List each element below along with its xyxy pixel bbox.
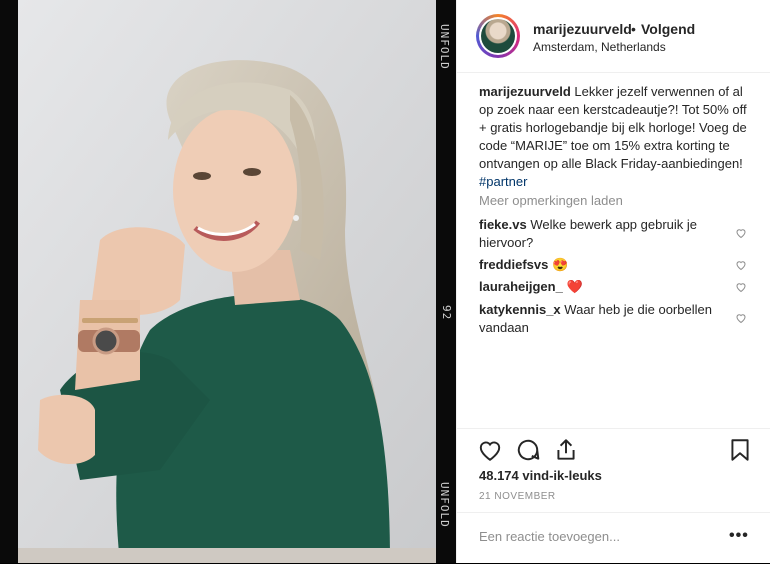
comment-author-link[interactable]: freddiefsvs xyxy=(479,257,548,272)
comment-author-link[interactable]: fieke.vs xyxy=(479,217,527,232)
comment-author-link[interactable]: katykennis_x xyxy=(479,302,561,317)
following-button[interactable]: Volgend xyxy=(641,21,695,37)
post-side-panel: marijezuurveld • Volgend Amsterdam, Neth… xyxy=(456,0,770,563)
film-strip-top-text: UNFOLD xyxy=(438,24,451,70)
comment-author-link[interactable]: lauraheijgen_ xyxy=(479,279,563,294)
post-photo[interactable]: UNFOLD 92 UNFOLD xyxy=(0,0,456,563)
like-comment-heart-icon[interactable] xyxy=(735,312,747,324)
load-more-comments-button[interactable]: Meer opmerkingen laden xyxy=(479,193,623,208)
more-options-icon[interactable]: ••• xyxy=(729,527,749,545)
film-strip-frame-number: 92 xyxy=(440,305,453,321)
comment-input-area: Een reactie toevoegen... ••• xyxy=(457,512,770,564)
comment: lauraheijgen_ ❤️ xyxy=(479,278,729,296)
bookmark-icon[interactable] xyxy=(727,437,753,463)
hashtag-link[interactable]: #partner xyxy=(479,174,527,189)
comment-input[interactable]: Een reactie toevoegen... xyxy=(479,529,620,544)
photo-illustration xyxy=(0,0,456,563)
like-comment-heart-icon[interactable] xyxy=(735,259,747,271)
comment: fieke.vs Welke bewerk app gebruik je hie… xyxy=(479,216,729,252)
share-icon[interactable] xyxy=(553,437,579,463)
avatar-image xyxy=(479,17,517,55)
post-caption: marijezuurveld Lekker jezelf verwennen o… xyxy=(479,83,751,191)
post-actions-bar xyxy=(457,428,770,461)
likes-count[interactable]: 48.174 vind-ik-leuks xyxy=(479,468,602,483)
like-comment-heart-icon[interactable] xyxy=(735,227,747,239)
username-link[interactable]: marijezuurveld xyxy=(533,21,632,37)
comment-text: 😍 xyxy=(552,257,569,272)
comment: freddiefsvs 😍 xyxy=(479,256,729,274)
post-date[interactable]: 21 NOVEMBER xyxy=(479,491,556,502)
post-header: marijezuurveld • Volgend Amsterdam, Neth… xyxy=(457,0,770,73)
comment-text: ❤️ xyxy=(566,279,583,294)
like-comment-heart-icon[interactable] xyxy=(735,281,747,293)
separator-dot: • xyxy=(631,21,636,37)
comment: katykennis_x Waar heb je die oorbellen v… xyxy=(479,301,729,337)
comment-icon[interactable] xyxy=(515,437,541,463)
film-strip-bottom-text: UNFOLD xyxy=(438,482,451,528)
caption-author-link[interactable]: marijezuurveld xyxy=(479,84,571,99)
heart-icon[interactable] xyxy=(477,437,503,463)
avatar[interactable] xyxy=(476,14,520,58)
location-link[interactable]: Amsterdam, Netherlands xyxy=(533,40,666,54)
